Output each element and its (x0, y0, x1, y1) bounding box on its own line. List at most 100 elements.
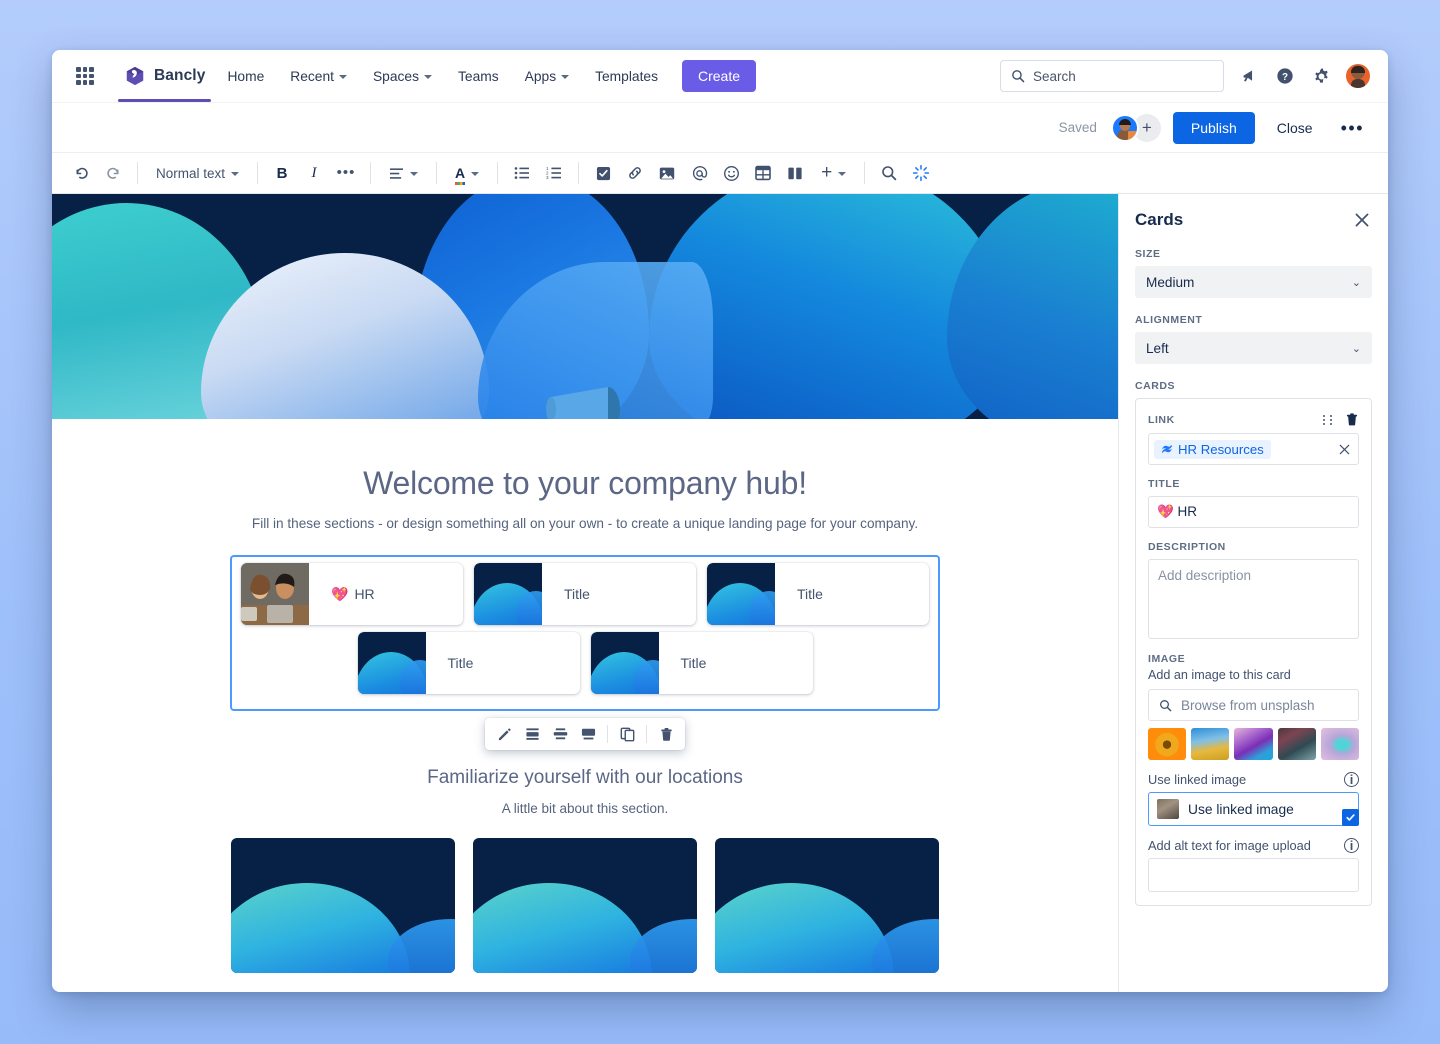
chevron-down-icon (424, 75, 432, 79)
linked-image-thumbnail (1157, 799, 1179, 819)
link-card[interactable]: Title (590, 632, 813, 694)
description-textarea[interactable]: Add description (1148, 559, 1359, 639)
link-card[interactable]: 💖 HR (241, 563, 463, 625)
emoji-button[interactable] (716, 158, 746, 188)
alignment-select[interactable]: Left ⌄ (1135, 332, 1372, 364)
title-value: 💖 HR (1157, 504, 1198, 519)
cards-block-selected[interactable]: 💖 HR Title Title Title Title (230, 555, 940, 750)
toolbar-divider (607, 725, 608, 743)
link-chip[interactable]: HR Resources (1154, 439, 1271, 459)
clear-icon[interactable] (1339, 444, 1350, 455)
nav-label: Recent (290, 68, 334, 84)
trash-icon[interactable] (1345, 412, 1359, 427)
create-button[interactable]: Create (681, 60, 757, 92)
edit-pencil-icon[interactable] (491, 721, 517, 747)
settings-gear-icon[interactable] (1310, 65, 1332, 87)
unsplash-thumb[interactable] (1191, 728, 1230, 760)
mention-button[interactable] (684, 158, 714, 188)
link-card[interactable]: Title (357, 632, 580, 694)
redo-icon[interactable] (98, 158, 128, 188)
nav-item-home[interactable]: Home (217, 62, 274, 91)
task-list-button[interactable] (588, 158, 618, 188)
link-card[interactable]: Title (474, 563, 696, 625)
more-formatting-button[interactable]: ••• (331, 158, 361, 188)
toolbar-divider (257, 162, 259, 184)
hero-banner[interactable] (52, 194, 1118, 419)
numbered-list-button[interactable]: 123 (539, 158, 569, 188)
page-subtitle: Fill in these sections - or design somet… (251, 516, 919, 531)
unsplash-thumb[interactable] (1277, 728, 1316, 760)
publish-button[interactable]: Publish (1172, 111, 1255, 144)
gallery-image[interactable] (473, 838, 697, 973)
editor-header: Saved + Publish Close ••• (52, 102, 1388, 152)
card-title-text: Title (797, 586, 823, 602)
use-linked-image-option-label: Use linked image (1188, 801, 1294, 817)
collaborator-avatar[interactable] (1110, 113, 1139, 142)
delete-icon[interactable] (653, 721, 679, 747)
cards-config-panel: Cards SIZE Medium ⌄ ALIGNMENT Left ⌄ CAR… (1118, 194, 1388, 992)
size-select[interactable]: Medium ⌄ (1135, 266, 1372, 298)
unsplash-search-input[interactable]: Browse from unsplash (1148, 689, 1359, 721)
page-content: Welcome to your company hub! Fill in the… (52, 419, 1118, 973)
alt-text-label: Add alt text for image upload (1148, 838, 1311, 853)
nav-item-spaces[interactable]: Spaces (363, 62, 442, 91)
help-icon[interactable]: ? (1274, 65, 1296, 87)
gallery-image[interactable] (231, 838, 455, 973)
unsplash-thumb[interactable] (1234, 728, 1273, 760)
align-card-center-icon[interactable] (547, 721, 573, 747)
use-linked-image-option[interactable]: Use linked image (1148, 792, 1359, 826)
gallery-image[interactable] (715, 838, 939, 973)
use-linked-image-row: Use linked image i (1148, 772, 1359, 787)
unsplash-thumb[interactable] (1320, 728, 1360, 760)
insert-menu-button[interactable]: + (812, 158, 855, 188)
info-icon[interactable]: i (1344, 838, 1359, 853)
text-style-dropdown[interactable]: Normal text (147, 158, 248, 188)
card-title-text: Title (680, 655, 707, 671)
bold-button[interactable]: B (267, 158, 297, 188)
align-card-left-icon[interactable] (519, 721, 545, 747)
image-button[interactable] (652, 158, 682, 188)
link-button[interactable] (620, 158, 650, 188)
text-color-dropdown[interactable]: A (446, 158, 488, 188)
drag-handle-icon[interactable] (1323, 414, 1333, 426)
grid-apps-icon[interactable] (76, 67, 94, 85)
alignment-dropdown[interactable] (380, 158, 427, 188)
more-options-button[interactable]: ••• (1335, 119, 1370, 137)
nav-item-recent[interactable]: Recent (280, 62, 357, 91)
size-value: Medium (1146, 274, 1195, 290)
search-input[interactable]: Search (1000, 60, 1224, 92)
table-button[interactable] (748, 158, 778, 188)
brand-logo-link[interactable]: Bancly (118, 50, 212, 102)
chevron-down-icon (561, 75, 570, 79)
close-icon[interactable] (1352, 210, 1372, 230)
toolbar-divider (578, 162, 580, 184)
info-icon[interactable]: i (1344, 772, 1359, 787)
chevron-down-icon (410, 172, 419, 176)
close-button[interactable]: Close (1267, 112, 1323, 144)
ai-sparkle-icon[interactable] (906, 158, 936, 188)
notifications-icon[interactable] (1238, 65, 1260, 87)
unsplash-thumbnails (1148, 728, 1360, 760)
unsplash-thumb[interactable] (1148, 728, 1187, 760)
nav-item-teams[interactable]: Teams (448, 62, 509, 91)
copy-icon[interactable] (614, 721, 640, 747)
profile-avatar[interactable] (1346, 64, 1370, 88)
link-input[interactable]: HR Resources (1148, 433, 1359, 465)
bullet-list-button[interactable] (507, 158, 537, 188)
card-config-actions (1323, 412, 1359, 427)
nav-item-apps[interactable]: Apps (515, 62, 579, 91)
italic-button[interactable]: I (299, 158, 329, 188)
find-replace-button[interactable] (874, 158, 904, 188)
card-thumbnail (474, 563, 542, 625)
global-navigation: Bancly Home Recent Spaces Teams Apps Tem… (52, 50, 1388, 102)
alt-text-input[interactable] (1148, 858, 1359, 892)
nav-item-templates[interactable]: Templates (585, 62, 668, 91)
card-title: Title (659, 632, 707, 694)
undo-icon[interactable] (66, 158, 96, 188)
layout-columns-button[interactable] (780, 158, 810, 188)
link-card[interactable]: Title (707, 563, 929, 625)
image-gallery-row (52, 838, 1118, 973)
align-card-wide-icon[interactable] (575, 721, 601, 747)
title-input[interactable]: 💖 HR (1148, 496, 1359, 528)
toolbar-divider (646, 725, 647, 743)
